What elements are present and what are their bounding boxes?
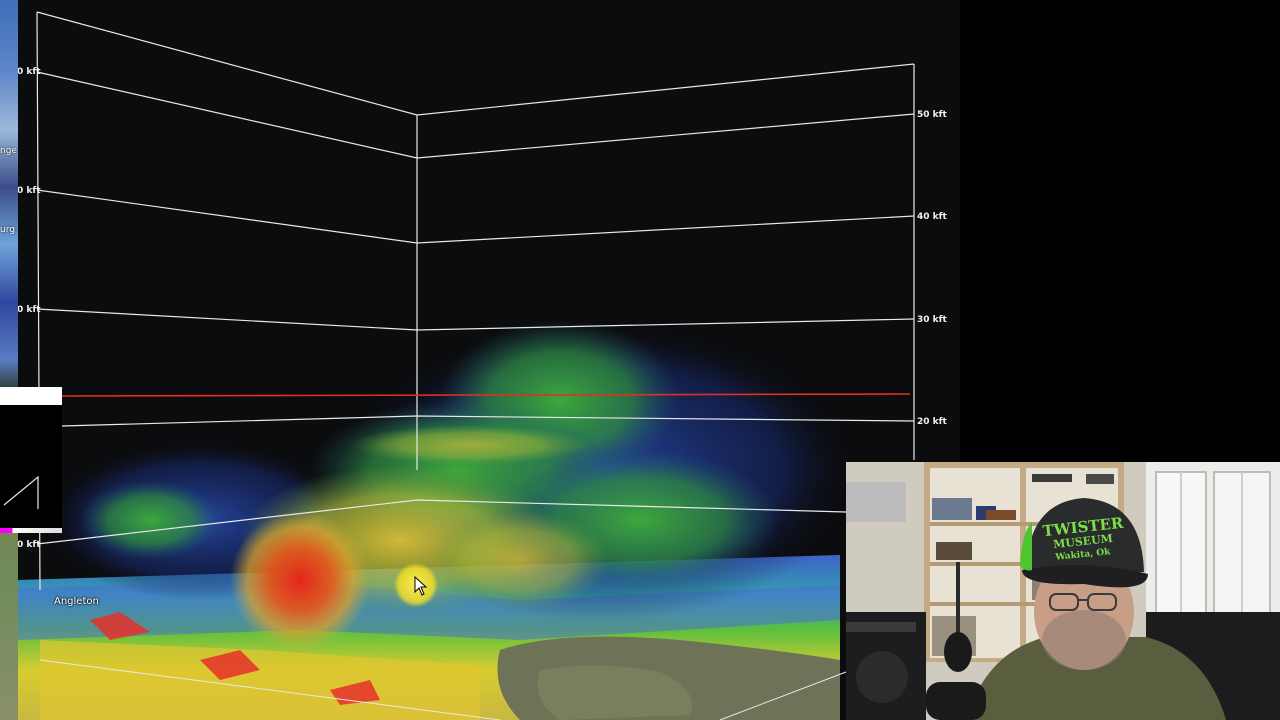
screen: 50 kft 40 kft 30 kft 20 kft 0 kft 0 kft …: [0, 0, 1280, 720]
altitude-label-40kft: 40 kft: [917, 212, 947, 222]
map-strip-label-1: nge: [0, 146, 17, 156]
storm-yellow-right: [430, 510, 610, 610]
grid-line-50kft: [36, 71, 915, 159]
webcam-overlay: TWISTER MUSEUM Wakita, Ok: [846, 462, 1280, 720]
mini-panel-graph: [3, 475, 39, 509]
altitude-label-left-1: 0 kft: [17, 67, 41, 77]
place-label-angleton: Angleton: [54, 596, 99, 607]
storm-yellow-anvil: [350, 425, 590, 465]
altitude-label-50kft: 50 kft: [917, 110, 947, 120]
mouse-pointer-icon: [414, 576, 428, 596]
radar-3d-scene: [18, 11, 915, 720]
mini-overlay-panel[interactable]: [0, 387, 62, 533]
grid-line-30kft: [36, 308, 915, 331]
webcam-scene: [846, 462, 1280, 720]
mini-panel-color-bar: [0, 528, 62, 533]
map-window-strip[interactable]: nge urg: [0, 0, 18, 720]
altitude-label-left-3: 0 kft: [17, 305, 41, 315]
altitude-label-30kft: 30 kft: [917, 315, 947, 325]
altitude-label-left-2: 0 kft: [17, 186, 41, 196]
map-strip-label-2: urg: [0, 225, 15, 235]
altitude-label-20kft: 20 kft: [917, 417, 947, 427]
storm-green-far-left: [80, 480, 220, 560]
frame-top: [36, 11, 915, 116]
storm-red-core: [230, 510, 370, 650]
grid-line-40kft: [36, 189, 915, 244]
radar-3d-viewport[interactable]: 50 kft 40 kft 30 kft 20 kft 0 kft 0 kft …: [0, 0, 960, 720]
altitude-label-left-4: 0 kft: [17, 540, 41, 550]
